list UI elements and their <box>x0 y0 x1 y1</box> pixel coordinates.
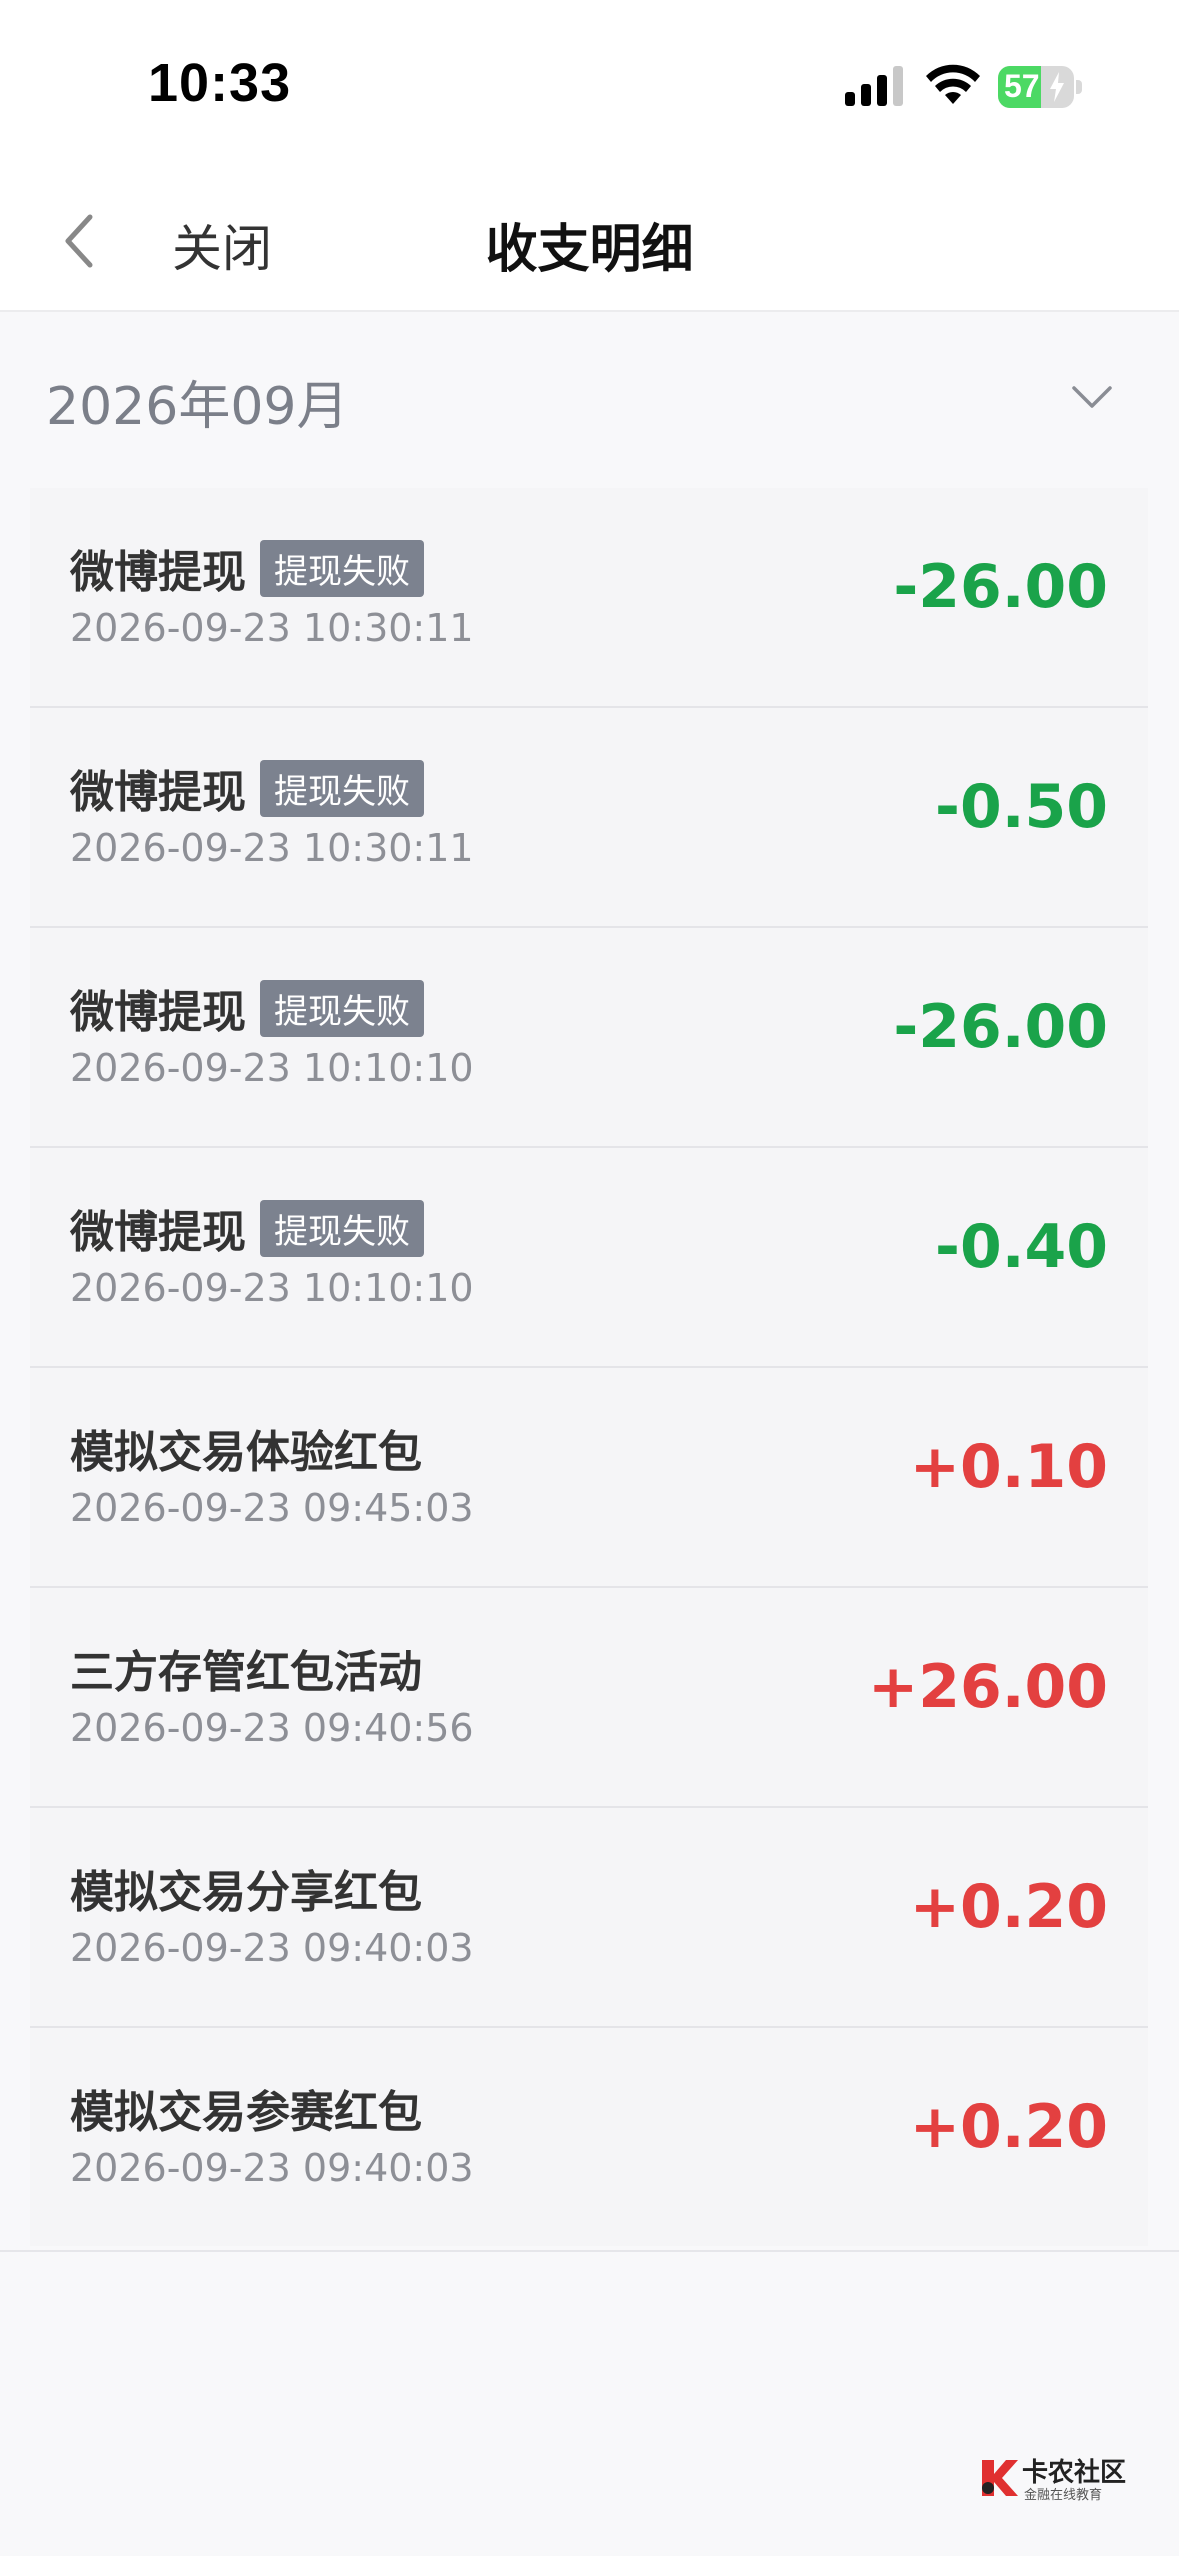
charging-bolt-icon <box>1050 72 1064 102</box>
watermark-tagline: 金融在线教育 <box>1024 2488 1103 2503</box>
transaction-time: 2026-09-23 10:30:11 <box>70 606 474 650</box>
transaction-title-text: 模拟交易分享红包 <box>70 1867 422 1918</box>
transaction-title-text: 三方存管红包活动 <box>70 1647 422 1698</box>
chevron-down-icon[interactable] <box>1070 382 1114 412</box>
status-badge: 提现失败 <box>260 1200 424 1257</box>
transaction-title-text: 模拟交易参赛红包 <box>70 2087 422 2138</box>
transaction-title: 微博提现 提现失败 <box>70 1196 424 1260</box>
transaction-amount: +0.10 <box>909 1432 1108 1502</box>
transaction-time: 2026-09-23 09:45:03 <box>70 1486 474 1530</box>
transaction-amount: +0.20 <box>909 2092 1108 2162</box>
transaction-title: 微博提现 提现失败 <box>70 976 424 1040</box>
status-time: 10:33 <box>148 53 292 113</box>
transaction-title: 微博提现 提现失败 <box>70 756 424 820</box>
transaction-row[interactable]: 模拟交易体验红包 2026-09-23 09:45:03 +0.10 <box>30 1368 1148 1588</box>
transaction-title: 三方存管红包活动 <box>70 1636 422 1700</box>
status-bar: 10:33 57 <box>0 0 1179 175</box>
transaction-amount: -0.50 <box>935 772 1108 842</box>
transaction-title: 模拟交易参赛红包 <box>70 2076 422 2140</box>
transaction-row[interactable]: 模拟交易参赛红包 2026-09-23 09:40:03 +0.20 <box>30 2028 1148 2246</box>
back-chevron-icon[interactable] <box>50 205 110 275</box>
transaction-row[interactable]: 微博提现 提现失败 2026-09-23 10:30:11 -26.00 <box>30 488 1148 708</box>
transaction-row[interactable]: 微博提现 提现失败 2026-09-23 10:30:11 -0.50 <box>30 708 1148 928</box>
transaction-list: 微博提现 提现失败 2026-09-23 10:30:11 -26.00 微博提现 提现失… <box>30 488 1148 2246</box>
transaction-title-text: 模拟交易体验红包 <box>70 1427 422 1478</box>
close-button[interactable]: 关闭 <box>172 209 272 281</box>
transaction-amount: -26.00 <box>893 552 1108 622</box>
transaction-time: 2026-09-23 09:40:03 <box>70 1926 474 1970</box>
watermark: 卡农社区 金融在线教育 <box>978 2450 1128 2510</box>
transaction-time: 2026-09-23 10:10:10 <box>70 1046 474 1090</box>
kanong-logo-icon <box>982 2460 1018 2496</box>
battery-icon: 57 <box>998 66 1082 108</box>
transaction-row[interactable]: 三方存管红包活动 2026-09-23 09:40:56 +26.00 <box>30 1588 1148 1808</box>
transaction-title: 模拟交易分享红包 <box>70 1856 422 1920</box>
status-badge: 提现失败 <box>260 540 424 597</box>
month-label: 2026年09月 <box>46 377 349 437</box>
transaction-title: 微博提现 提现失败 <box>70 536 424 600</box>
wifi-icon <box>926 64 980 104</box>
list-divider <box>0 2250 1179 2252</box>
status-badge: 提现失败 <box>260 760 424 817</box>
transaction-row[interactable]: 模拟交易分享红包 2026-09-23 09:40:03 +0.20 <box>30 1808 1148 2028</box>
transaction-title: 模拟交易体验红包 <box>70 1416 422 1480</box>
transaction-time: 2026-09-23 10:10:10 <box>70 1266 474 1310</box>
signal-icon <box>845 66 903 106</box>
month-selector[interactable]: 2026年09月 <box>0 312 1179 482</box>
transaction-time: 2026-09-23 09:40:56 <box>70 1706 474 1750</box>
battery-level: 57 <box>1004 68 1040 104</box>
transaction-row[interactable]: 微博提现 提现失败 2026-09-23 10:10:10 -0.40 <box>30 1148 1148 1368</box>
transaction-amount: +26.00 <box>867 1652 1108 1722</box>
transaction-title-text: 微博提现 <box>70 1207 246 1258</box>
transaction-amount: -0.40 <box>935 1212 1108 1282</box>
transaction-time: 2026-09-23 10:30:11 <box>70 826 474 870</box>
transaction-title-text: 微博提现 <box>70 987 246 1038</box>
transaction-title-text: 微博提现 <box>70 547 246 598</box>
status-badge: 提现失败 <box>260 980 424 1037</box>
nav-bar: 收支明细 关闭 <box>0 175 1179 312</box>
transaction-time: 2026-09-23 09:40:03 <box>70 2146 474 2190</box>
transaction-row[interactable]: 微博提现 提现失败 2026-09-23 10:10:10 -26.00 <box>30 928 1148 1148</box>
transaction-title-text: 微博提现 <box>70 767 246 818</box>
transaction-amount: -26.00 <box>893 992 1108 1062</box>
battery-body: 57 <box>998 66 1074 108</box>
transaction-amount: +0.20 <box>909 1872 1108 1942</box>
battery-cap <box>1076 80 1082 94</box>
